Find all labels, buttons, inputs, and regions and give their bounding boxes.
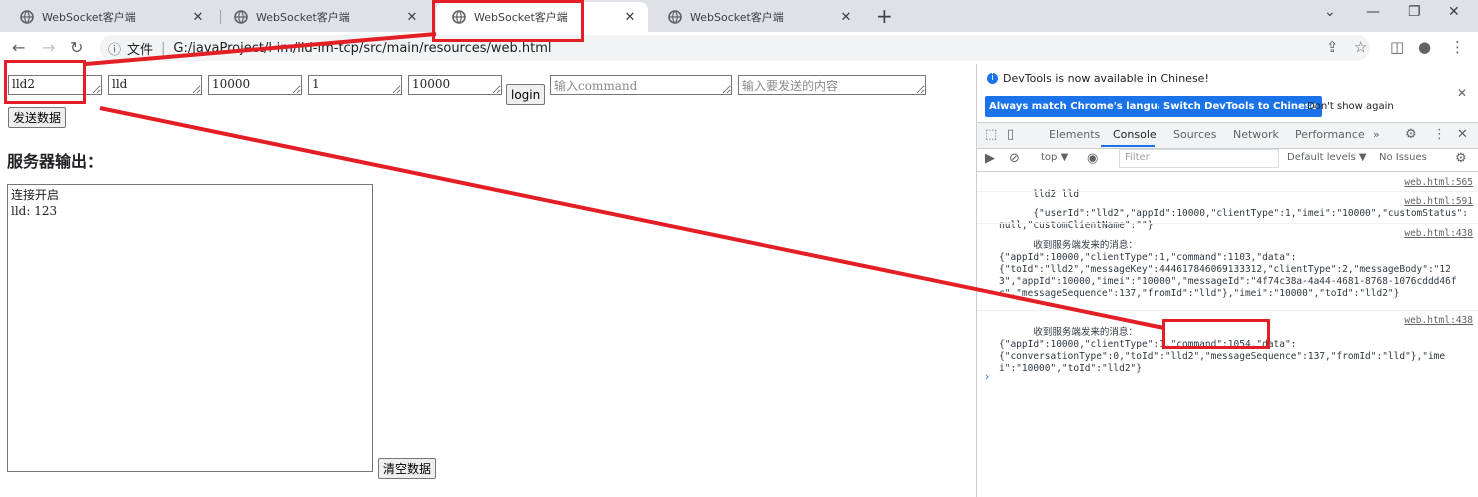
info-icon[interactable]: ⓘ — [108, 39, 121, 58]
close-icon[interactable]: ✕ — [190, 10, 206, 25]
command-input[interactable] — [550, 75, 732, 95]
close-icon[interactable]: ✕ — [838, 10, 854, 25]
new-tab-icon[interactable]: + — [876, 4, 893, 28]
share-icon[interactable]: ⇪ — [1326, 38, 1339, 56]
tab-title: WebSocket客户端 — [42, 11, 136, 24]
side-panel-icon[interactable]: ◫ — [1390, 38, 1404, 56]
close-icon[interactable]: ✕ — [404, 10, 420, 25]
clear-console-icon[interactable]: ⊘ — [1009, 151, 1020, 166]
tab-title: WebSocket客户端 — [256, 11, 350, 24]
window-close-icon[interactable]: ✕ — [1448, 4, 1460, 20]
content-input[interactable] — [738, 75, 926, 95]
profile-avatar-icon[interactable]: ● — [1418, 38, 1431, 56]
close-devtools-icon[interactable]: ✕ — [1457, 127, 1468, 142]
eye-icon[interactable]: ◉ — [1087, 151, 1098, 166]
console-toolbar: ▶ ⊘ top ▼ ◉ Filter Default levels ▼ No I… — [977, 147, 1478, 172]
devtools-panel: i DevTools is now available in Chinese! … — [976, 64, 1478, 497]
info-icon: i — [987, 73, 998, 84]
more-tabs[interactable]: » — [1373, 128, 1380, 141]
address-bar: ← → ↻ ⓘ 文件 | G:/javaProject/l-im/lld-im-… — [0, 32, 1478, 65]
tab-performance[interactable]: Performance — [1295, 128, 1365, 141]
forward-icon[interactable]: → — [42, 38, 55, 57]
devtools-tabbar: ⬚ ▯ Elements Console Sources Network Per… — [977, 122, 1478, 149]
dont-show-button[interactable]: Don't show again — [1303, 96, 1398, 117]
source-link[interactable]: web.html:438 — [1400, 315, 1473, 327]
to-id-input[interactable] — [108, 75, 202, 95]
switch-chinese-button[interactable]: Switch DevTools to Chinese — [1159, 96, 1322, 117]
context-selector[interactable]: top ▼ — [1041, 152, 1068, 163]
close-icon[interactable]: ✕ — [622, 10, 638, 25]
tab-network[interactable]: Network — [1233, 128, 1279, 141]
web-page: login 发送数据 服务器输出： 连接开启 lld: 123 清空数据 — [0, 64, 976, 497]
globe-icon — [234, 10, 248, 24]
menu-kebab-icon[interactable]: ⋮ — [1450, 38, 1465, 56]
source-link[interactable]: web.html:565 — [1400, 177, 1473, 189]
browser-tab-2[interactable]: WebSocket客户端 ✕ — [218, 2, 430, 32]
send-button[interactable]: 发送数据 — [8, 107, 67, 128]
annotation-box-user-id — [4, 60, 86, 104]
close-notice-icon[interactable]: ✕ — [1457, 86, 1467, 100]
tab-console[interactable]: Console — [1113, 128, 1157, 141]
clear-button[interactable]: 清空数据 — [378, 458, 437, 479]
login-button[interactable]: login — [506, 84, 546, 105]
browser-tab-4[interactable]: WebSocket客户端 ✕ — [652, 2, 864, 32]
tab-sources[interactable]: Sources — [1173, 128, 1217, 141]
tab-elements[interactable]: Elements — [1049, 128, 1100, 141]
tab-title: WebSocket客户端 — [690, 11, 784, 24]
menu-kebab-icon[interactable]: ⋮ — [1433, 127, 1446, 142]
message-divider — [977, 310, 1478, 311]
message-divider — [977, 191, 1478, 192]
annotation-box-tab — [432, 0, 584, 42]
divider: | — [161, 40, 166, 56]
restore-icon[interactable]: ❐ — [1408, 4, 1421, 20]
gear-icon[interactable]: ⚙ — [1455, 151, 1467, 166]
tab-search-icon[interactable]: ⌄ — [1324, 4, 1336, 20]
scheme-label: 文件 — [127, 42, 154, 58]
source-link[interactable]: web.html:591 — [1400, 196, 1473, 208]
minimize-icon[interactable]: — — [1366, 4, 1380, 20]
app-id-input[interactable] — [208, 75, 302, 95]
notice-text: DevTools is now available in Chinese! — [1003, 72, 1209, 85]
source-link[interactable]: web.html:438 — [1400, 228, 1473, 240]
filter-input[interactable]: Filter — [1119, 149, 1279, 168]
issues-button[interactable]: No Issues — [1379, 152, 1427, 163]
message-divider — [977, 223, 1478, 224]
device-toolbar-icon[interactable]: ▯ — [1007, 127, 1014, 142]
back-icon[interactable]: ← — [12, 38, 25, 57]
inspect-element-icon[interactable]: ⬚ — [985, 127, 997, 142]
message-text: 收到服务端发来的消息： {"appId":10000,"clientType":… — [999, 240, 1457, 299]
tab-strip: WebSocket客户端 ✕ WebSocket客户端 ✕ WebSocket客… — [0, 0, 1478, 32]
client-type-input[interactable] — [308, 75, 402, 95]
server-output-area[interactable]: 连接开启 lld: 123 — [7, 184, 373, 472]
devtools-notice: i DevTools is now available in Chinese! — [987, 72, 1209, 85]
sidebar-toggle-icon[interactable]: ▶ — [985, 151, 995, 166]
console-prompt[interactable]: › — [985, 370, 989, 383]
gear-icon[interactable]: ⚙ — [1405, 127, 1417, 142]
globe-icon — [668, 10, 682, 24]
browser-tab-1[interactable]: WebSocket客户端 ✕ — [4, 2, 216, 32]
bookmark-star-icon[interactable]: ☆ — [1354, 38, 1367, 56]
levels-dropdown[interactable]: Default levels ▼ — [1287, 152, 1367, 163]
omnibox[interactable]: ⓘ 文件 | G:/javaProject/l-im/lld-im-tcp/sr… — [100, 35, 1370, 61]
globe-icon — [20, 10, 34, 24]
output-heading: 服务器输出： — [7, 152, 104, 171]
url-text[interactable]: G:/javaProject/l-im/lld-im-tcp/src/main/… — [173, 41, 551, 56]
imei-input[interactable] — [408, 75, 502, 95]
reload-icon[interactable]: ↻ — [70, 38, 83, 57]
annotation-box-command — [1162, 319, 1270, 349]
match-language-button[interactable]: Always match Chrome's language — [985, 96, 1183, 117]
